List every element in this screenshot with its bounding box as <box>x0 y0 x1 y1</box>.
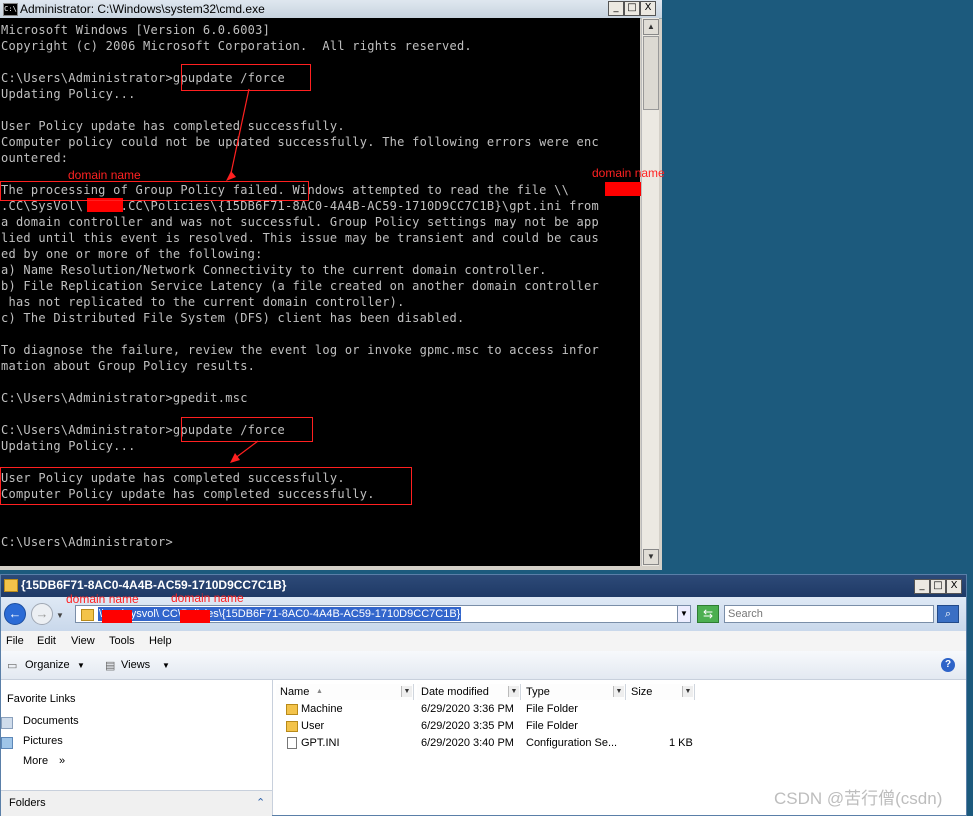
column-header-type[interactable]: Type ▼ <box>522 684 626 700</box>
favorite-links-heading: Favorite Links <box>7 693 76 705</box>
column-dropdown-icon[interactable]: ▼ <box>682 686 693 697</box>
menu-tools[interactable]: Tools <box>109 635 135 647</box>
folder-icon <box>286 704 298 715</box>
navigation-pane: Favorite Links Documents Pictures More »… <box>1 680 273 816</box>
menu-edit[interactable]: Edit <box>37 635 56 647</box>
address-path[interactable]: \\ .cc\sysvol\ CC\Policies\{15DB6F71-8AC… <box>98 607 462 621</box>
column-header-date[interactable]: Date modified ▼ <box>417 684 521 700</box>
file-type: File Folder <box>526 720 578 732</box>
watermark: CSDN @苦行僧(csdn) <box>774 789 943 808</box>
column-dropdown-icon[interactable]: ▼ <box>401 686 412 697</box>
nav-item-documents[interactable]: Documents <box>23 715 79 727</box>
address-dropdown-icon[interactable]: ▼ <box>677 605 691 623</box>
views-icon: ▤ <box>105 660 116 672</box>
column-header-name[interactable]: Name ▲ ▼ <box>276 684 414 700</box>
search-input[interactable]: Search <box>724 605 934 623</box>
file-type: Configuration Se... <box>526 737 618 749</box>
minimize-button[interactable]: _ <box>914 579 930 594</box>
column-label: Type <box>526 686 550 698</box>
folder-icon <box>81 609 94 621</box>
file-type: File Folder <box>526 703 578 715</box>
toolbar: ▭ Organize ▼ ▤ Views ▼ ? <box>1 651 966 680</box>
explorer-title: {15DB6F71-8AC0-4A4B-AC59-1710D9CC7C1B} <box>21 578 287 592</box>
file-date: 6/29/2020 3:35 PM <box>421 720 514 732</box>
menu-help[interactable]: Help <box>149 635 172 647</box>
organize-icon: ▭ <box>7 660 18 672</box>
file-date: 6/29/2020 3:36 PM <box>421 703 514 715</box>
nav-item-pictures[interactable]: Pictures <box>23 735 63 747</box>
close-button[interactable]: X <box>946 579 962 594</box>
menu-bar: File Edit View Tools Help <box>1 631 966 651</box>
file-name: Machine <box>301 703 343 715</box>
folders-bar[interactable]: Folders ⌃ <box>1 790 272 816</box>
address-bar-area: ← → ▼ \\ .cc\sysvol\ CC\Policies\{15DB6F… <box>1 597 966 631</box>
refresh-button[interactable]: ⇆ <box>697 605 719 623</box>
column-label: Date modified <box>421 686 489 698</box>
search-icon[interactable]: ⌕ <box>937 605 959 623</box>
column-dropdown-icon[interactable]: ▼ <box>508 686 519 697</box>
views-dropdown-icon[interactable]: ▼ <box>162 661 170 670</box>
redaction-mark <box>102 610 132 623</box>
back-arrow-icon[interactable]: ← <box>4 603 26 625</box>
file-name: User <box>301 720 325 732</box>
help-icon[interactable]: ? <box>941 658 955 672</box>
file-date: 6/29/2020 3:40 PM <box>421 737 514 749</box>
folder-icon <box>286 721 298 732</box>
pictures-icon <box>1 737 13 749</box>
folder-icon <box>4 579 18 592</box>
forward-arrow-icon[interactable]: → <box>31 603 53 625</box>
annotation-label: domain name <box>171 591 244 605</box>
file-name: GPT.INI <box>301 737 340 749</box>
explorer-window: {15DB6F71-8AC0-4A4B-AC59-1710D9CC7C1B} _… <box>0 574 967 816</box>
file-size: 1 KB <box>669 737 693 749</box>
menu-view[interactable]: View <box>71 635 95 647</box>
views-button[interactable]: Views <box>121 659 150 671</box>
column-label: Name <box>280 686 310 698</box>
column-label: Size <box>631 686 653 698</box>
organize-button[interactable]: Organize <box>25 659 70 671</box>
ini-file-icon <box>287 737 297 749</box>
column-dropdown-icon[interactable]: ▼ <box>613 686 624 697</box>
maximize-button[interactable]: □ <box>930 579 946 594</box>
history-dropdown-icon[interactable]: ▼ <box>56 611 64 620</box>
redaction-mark <box>180 610 210 623</box>
annotation-label: domain name <box>66 592 139 606</box>
sort-ascending-icon: ▲ <box>316 688 323 695</box>
chevron-right-icon[interactable]: » <box>59 755 65 767</box>
column-header-size[interactable]: Size ▼ <box>627 684 695 700</box>
explorer-title-bar[interactable]: {15DB6F71-8AC0-4A4B-AC59-1710D9CC7C1B} _… <box>1 575 966 597</box>
organize-dropdown-icon[interactable]: ▼ <box>77 661 85 670</box>
chevron-up-icon[interactable]: ⌃ <box>256 796 265 809</box>
documents-icon <box>1 717 13 729</box>
nav-item-more[interactable]: More <box>23 755 48 767</box>
folders-label: Folders <box>9 797 46 809</box>
address-input[interactable]: \\ .cc\sysvol\ CC\Policies\{15DB6F71-8AC… <box>75 605 691 623</box>
menu-file[interactable]: File <box>6 635 24 647</box>
